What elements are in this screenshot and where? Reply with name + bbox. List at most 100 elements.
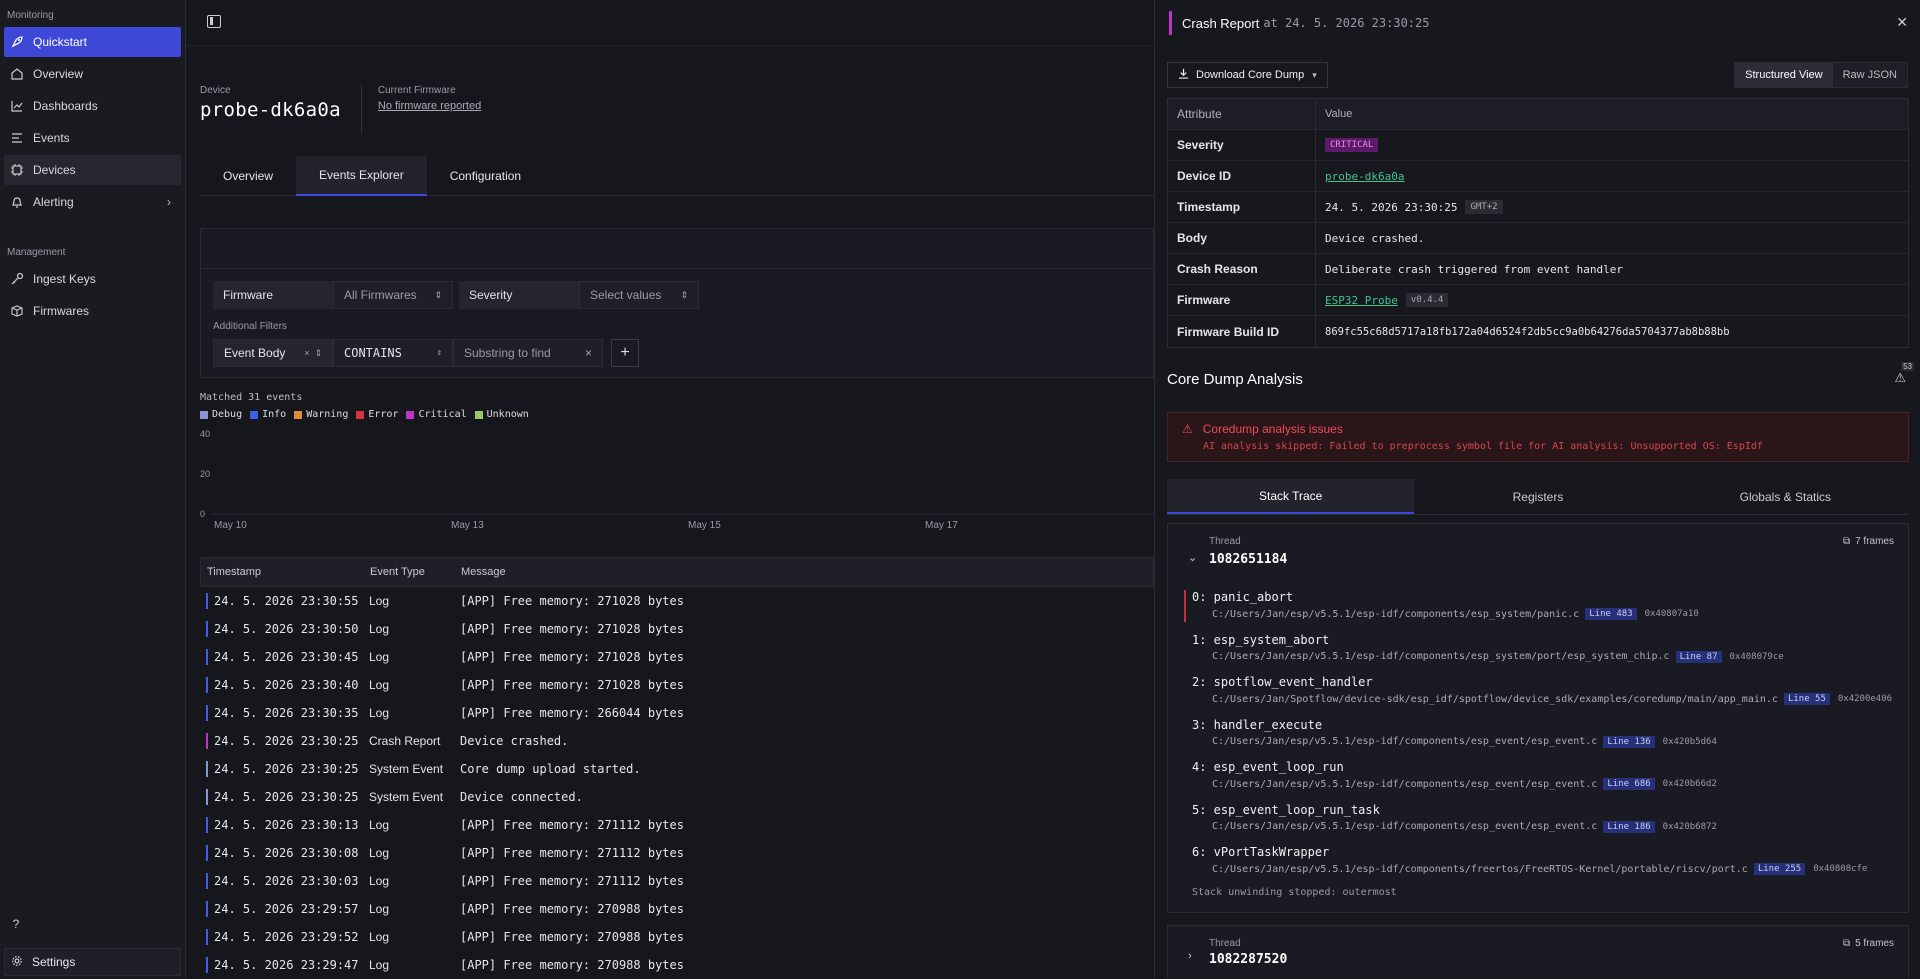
field-select[interactable]: Event Body × ⇕ bbox=[213, 339, 333, 367]
stack-frame[interactable]: 5: esp_event_loop_run_task C:/Users/Jan/e… bbox=[1192, 803, 1717, 833]
table-row[interactable]: 24. 5. 2026 23:30:03 Log [APP] Free memory… bbox=[200, 867, 1154, 895]
legend-item[interactable]: Info bbox=[250, 409, 286, 420]
cell-message: Device connected. bbox=[460, 790, 583, 804]
stack-frame[interactable]: 1: esp_system_abort C:/Users/Jan/esp/v5.5… bbox=[1192, 633, 1784, 663]
copy-icon[interactable]: ⧉ bbox=[1843, 938, 1850, 949]
tab-globals-statics[interactable]: Globals & Statics bbox=[1662, 479, 1909, 514]
thread-label: Thread bbox=[1209, 536, 1241, 547]
table-row[interactable]: 24. 5. 2026 23:30:25 System Event Device c… bbox=[200, 783, 1154, 811]
cell-event-type: Log bbox=[369, 818, 390, 832]
help-button[interactable]: ? bbox=[6, 914, 26, 934]
sidebar-item-events[interactable]: Events bbox=[4, 123, 181, 153]
sidebar-item-devices[interactable]: Devices bbox=[4, 155, 181, 185]
add-filter-button[interactable]: + bbox=[611, 339, 639, 367]
header-event-type[interactable]: Event Type bbox=[370, 566, 461, 578]
attr-row-severity: Severity CRITICAL bbox=[1168, 130, 1908, 161]
cell-event-type: Crash Report bbox=[369, 734, 441, 748]
legend-item[interactable]: Debug bbox=[200, 409, 242, 420]
table-row[interactable]: 24. 5. 2026 23:30:45 Log [APP] Free memory… bbox=[200, 643, 1154, 671]
cell-event-type: Log bbox=[369, 622, 390, 636]
table-row[interactable]: 24. 5. 2026 23:30:55 Log [APP] Free memory… bbox=[200, 587, 1154, 615]
stack-frame[interactable]: 4: esp_event_loop_run C:/Users/Jan/esp/v5… bbox=[1192, 760, 1717, 790]
chevron-right-icon[interactable]: › bbox=[1188, 950, 1192, 962]
severity-bar bbox=[206, 593, 208, 609]
close-icon[interactable]: ✕ bbox=[1896, 14, 1908, 31]
raw-json-button[interactable]: Raw JSON bbox=[1833, 63, 1907, 87]
table-row[interactable]: 24. 5. 2026 23:30:50 Log [APP] Free memory… bbox=[200, 615, 1154, 643]
table-row[interactable]: 24. 5. 2026 23:30:25 Crash Report Device c… bbox=[200, 727, 1154, 755]
cell-event-type: Log bbox=[369, 958, 390, 972]
substring-input[interactable]: Substring to find × bbox=[453, 339, 603, 367]
download-core-dump-button[interactable]: Download Core Dump ▾ bbox=[1167, 62, 1328, 88]
warning-icon[interactable]: ⚠ 53 bbox=[1894, 362, 1914, 386]
structured-view-button[interactable]: Structured View bbox=[1735, 63, 1833, 87]
panel-toggle-icon[interactable] bbox=[207, 15, 221, 28]
chevron-down-icon[interactable]: ⌄ bbox=[1188, 551, 1197, 564]
tab-stack-trace[interactable]: Stack Trace bbox=[1167, 479, 1415, 514]
table-row[interactable]: 24. 5. 2026 23:30:35 Log [APP] Free memory… bbox=[200, 699, 1154, 727]
error-detail: AI analysis skipped: Failed to preproces… bbox=[1203, 441, 1763, 452]
stack-frame[interactable]: 2: spotflow_event_handler C:/Users/Jan/Sp… bbox=[1192, 675, 1892, 705]
table-row[interactable]: 24. 5. 2026 23:30:40 Log [APP] Free memory… bbox=[200, 671, 1154, 699]
header-timestamp[interactable]: Timestamp bbox=[201, 566, 370, 578]
stack-frame[interactable]: 0: panic_abort C:/Users/Jan/esp/v5.5.1/es… bbox=[1192, 590, 1699, 620]
sidebar-item-quickstart[interactable]: Quickstart bbox=[4, 27, 181, 57]
legend-item[interactable]: Critical bbox=[406, 409, 467, 420]
sidebar: Monitoring Quickstart Overview Dashboard… bbox=[0, 0, 186, 978]
frames-count-label: 5 frames bbox=[1855, 938, 1894, 949]
legend-swatch bbox=[474, 410, 483, 419]
value-header: Value bbox=[1325, 108, 1353, 120]
sidebar-item-ingest-keys[interactable]: Ingest Keys bbox=[4, 264, 181, 294]
firmware-select[interactable]: All Firmwares ⇕ bbox=[333, 281, 453, 309]
analysis-error-alert: ⚠ Coredump analysis issues AI analysis sk… bbox=[1167, 412, 1909, 462]
tab-registers[interactable]: Registers bbox=[1414, 479, 1661, 514]
firmware-link[interactable]: No firmware reported bbox=[378, 100, 481, 112]
gear-icon bbox=[11, 955, 23, 970]
table-row[interactable]: 24. 5. 2026 23:29:47 Log [APP] Free memory… bbox=[200, 951, 1154, 979]
additional-filters-label: Additional Filters bbox=[213, 321, 287, 332]
sidebar-item-overview[interactable]: Overview bbox=[4, 59, 181, 89]
settings-button[interactable]: Settings bbox=[4, 948, 181, 976]
cell-message: [APP] Free memory: 271028 bytes bbox=[460, 650, 684, 664]
chevron-updown-icon: ⇕ bbox=[680, 289, 688, 300]
frame-address: 0x40807a10 bbox=[1644, 609, 1699, 619]
stack-frame[interactable]: 6: vPortTaskWrapper C:/Users/Jan/esp/v5.5… bbox=[1192, 845, 1867, 875]
view-toggle: Structured View Raw JSON bbox=[1734, 62, 1908, 88]
frame-path: C:/Users/Jan/esp/v5.5.1/esp-idf/componen… bbox=[1212, 651, 1670, 662]
tab-events-explorer[interactable]: Events Explorer bbox=[296, 156, 427, 196]
legend-item[interactable]: Warning bbox=[294, 409, 348, 420]
legend-item[interactable]: Unknown bbox=[474, 409, 529, 420]
firmware-link[interactable]: ESP32 Probe bbox=[1325, 294, 1398, 307]
firmware-select-value: All Firmwares bbox=[344, 288, 417, 302]
tab-configuration[interactable]: Configuration bbox=[427, 156, 544, 196]
sidebar-item-dashboards[interactable]: Dashboards bbox=[4, 91, 181, 121]
sidebar-item-label: Alerting bbox=[33, 195, 74, 209]
sidebar-item-label: Quickstart bbox=[33, 35, 88, 49]
stack-frame[interactable]: 3: handler_execute C:/Users/Jan/esp/v5.5.… bbox=[1192, 718, 1717, 748]
table-row[interactable]: 24. 5. 2026 23:30:08 Log [APP] Free memory… bbox=[200, 839, 1154, 867]
frame-path: C:/Users/Jan/Spotflow/device-sdk/esp_idf… bbox=[1212, 693, 1778, 705]
copy-icon[interactable]: ⧉ bbox=[1843, 536, 1850, 547]
cell-event-type: Log bbox=[369, 594, 390, 608]
table-row[interactable]: 24. 5. 2026 23:29:52 Log [APP] Free memory… bbox=[200, 923, 1154, 951]
sidebar-item-alerting[interactable]: Alerting › bbox=[4, 187, 181, 217]
header-message[interactable]: Message bbox=[461, 566, 1153, 578]
frame-function: 0: panic_abort bbox=[1192, 590, 1294, 604]
table-row[interactable]: 24. 5. 2026 23:30:13 Log [APP] Free memory… bbox=[200, 811, 1154, 839]
operator-select[interactable]: CONTAINS ⇕ bbox=[333, 339, 453, 367]
tab-overview[interactable]: Overview bbox=[200, 156, 296, 196]
cell-timestamp: 24. 5. 2026 23:30:08 bbox=[214, 846, 359, 860]
legend-item[interactable]: Error bbox=[356, 409, 398, 420]
device-id-link[interactable]: probe-dk6a0a bbox=[1325, 170, 1404, 183]
legend-label: Info bbox=[262, 409, 287, 420]
legend-swatch bbox=[356, 410, 365, 419]
device-tabs: Overview Events Explorer Configuration bbox=[200, 156, 1154, 196]
sidebar-item-firmwares[interactable]: Firmwares bbox=[4, 296, 181, 326]
attributes-header: Attribute Value bbox=[1168, 99, 1908, 130]
frame-address: 0x4200e406 bbox=[1837, 694, 1893, 704]
close-icon[interactable]: × bbox=[585, 346, 592, 360]
table-row[interactable]: 24. 5. 2026 23:29:57 Log [APP] Free memory… bbox=[200, 895, 1154, 923]
severity-select[interactable]: Select values ⇕ bbox=[579, 281, 699, 309]
frame-function: 3: handler_execute bbox=[1192, 717, 1323, 732]
table-row[interactable]: 24. 5. 2026 23:30:25 System Event Core dum… bbox=[200, 755, 1154, 783]
